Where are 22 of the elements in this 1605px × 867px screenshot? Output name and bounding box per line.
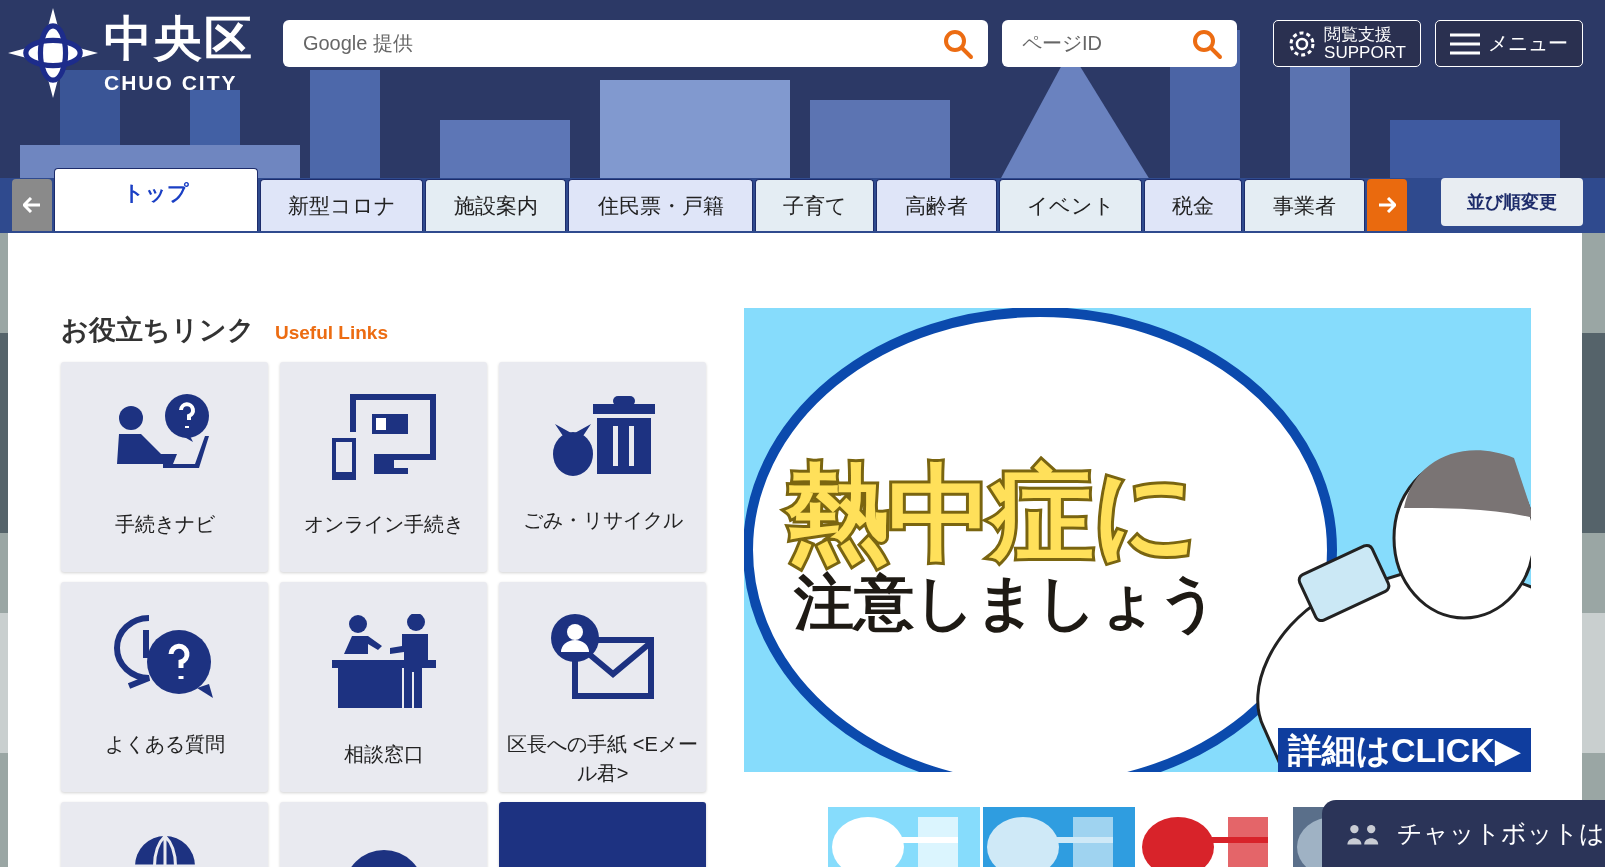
section-subtitle: Useful Links [275,322,388,344]
link-tile[interactable]: 区長への手紙 <Eメール君> [499,582,706,792]
tile-label: 手続きナビ [113,512,216,537]
banner-cta: 詳細はCLICK▶ [1277,728,1531,772]
tile-label: ごみ・リサイクル [521,508,684,533]
tile-label: よくある質問 [103,732,226,757]
tile-label: 区長への手紙 <Eメール君> [506,732,699,786]
banner-headline: 熱中症に [786,458,1196,568]
person-envelope-icon [550,614,655,700]
chatbot-toast[interactable]: チャットボットは [1322,800,1605,867]
reception-desk-icon [331,614,436,710]
link-tile[interactable]: オンライン手続き [280,362,487,572]
link-tile[interactable]: ごみ・リサイクル [499,362,706,572]
tile-label: オンライン手続き [302,512,465,537]
link-tile[interactable]: よくある質問 [61,582,268,792]
link-tile[interactable]: 手続きナビ [61,362,268,572]
garbage-bag-bin-icon [550,394,655,476]
banner-subline: 注意しましょう [794,570,1219,636]
section-title: お役立ちリンク [61,314,255,347]
tile-label: 相談窓口 [342,742,425,767]
link-tile[interactable]: 相談窓口 [280,582,487,792]
computer-phone-icon [331,394,436,480]
